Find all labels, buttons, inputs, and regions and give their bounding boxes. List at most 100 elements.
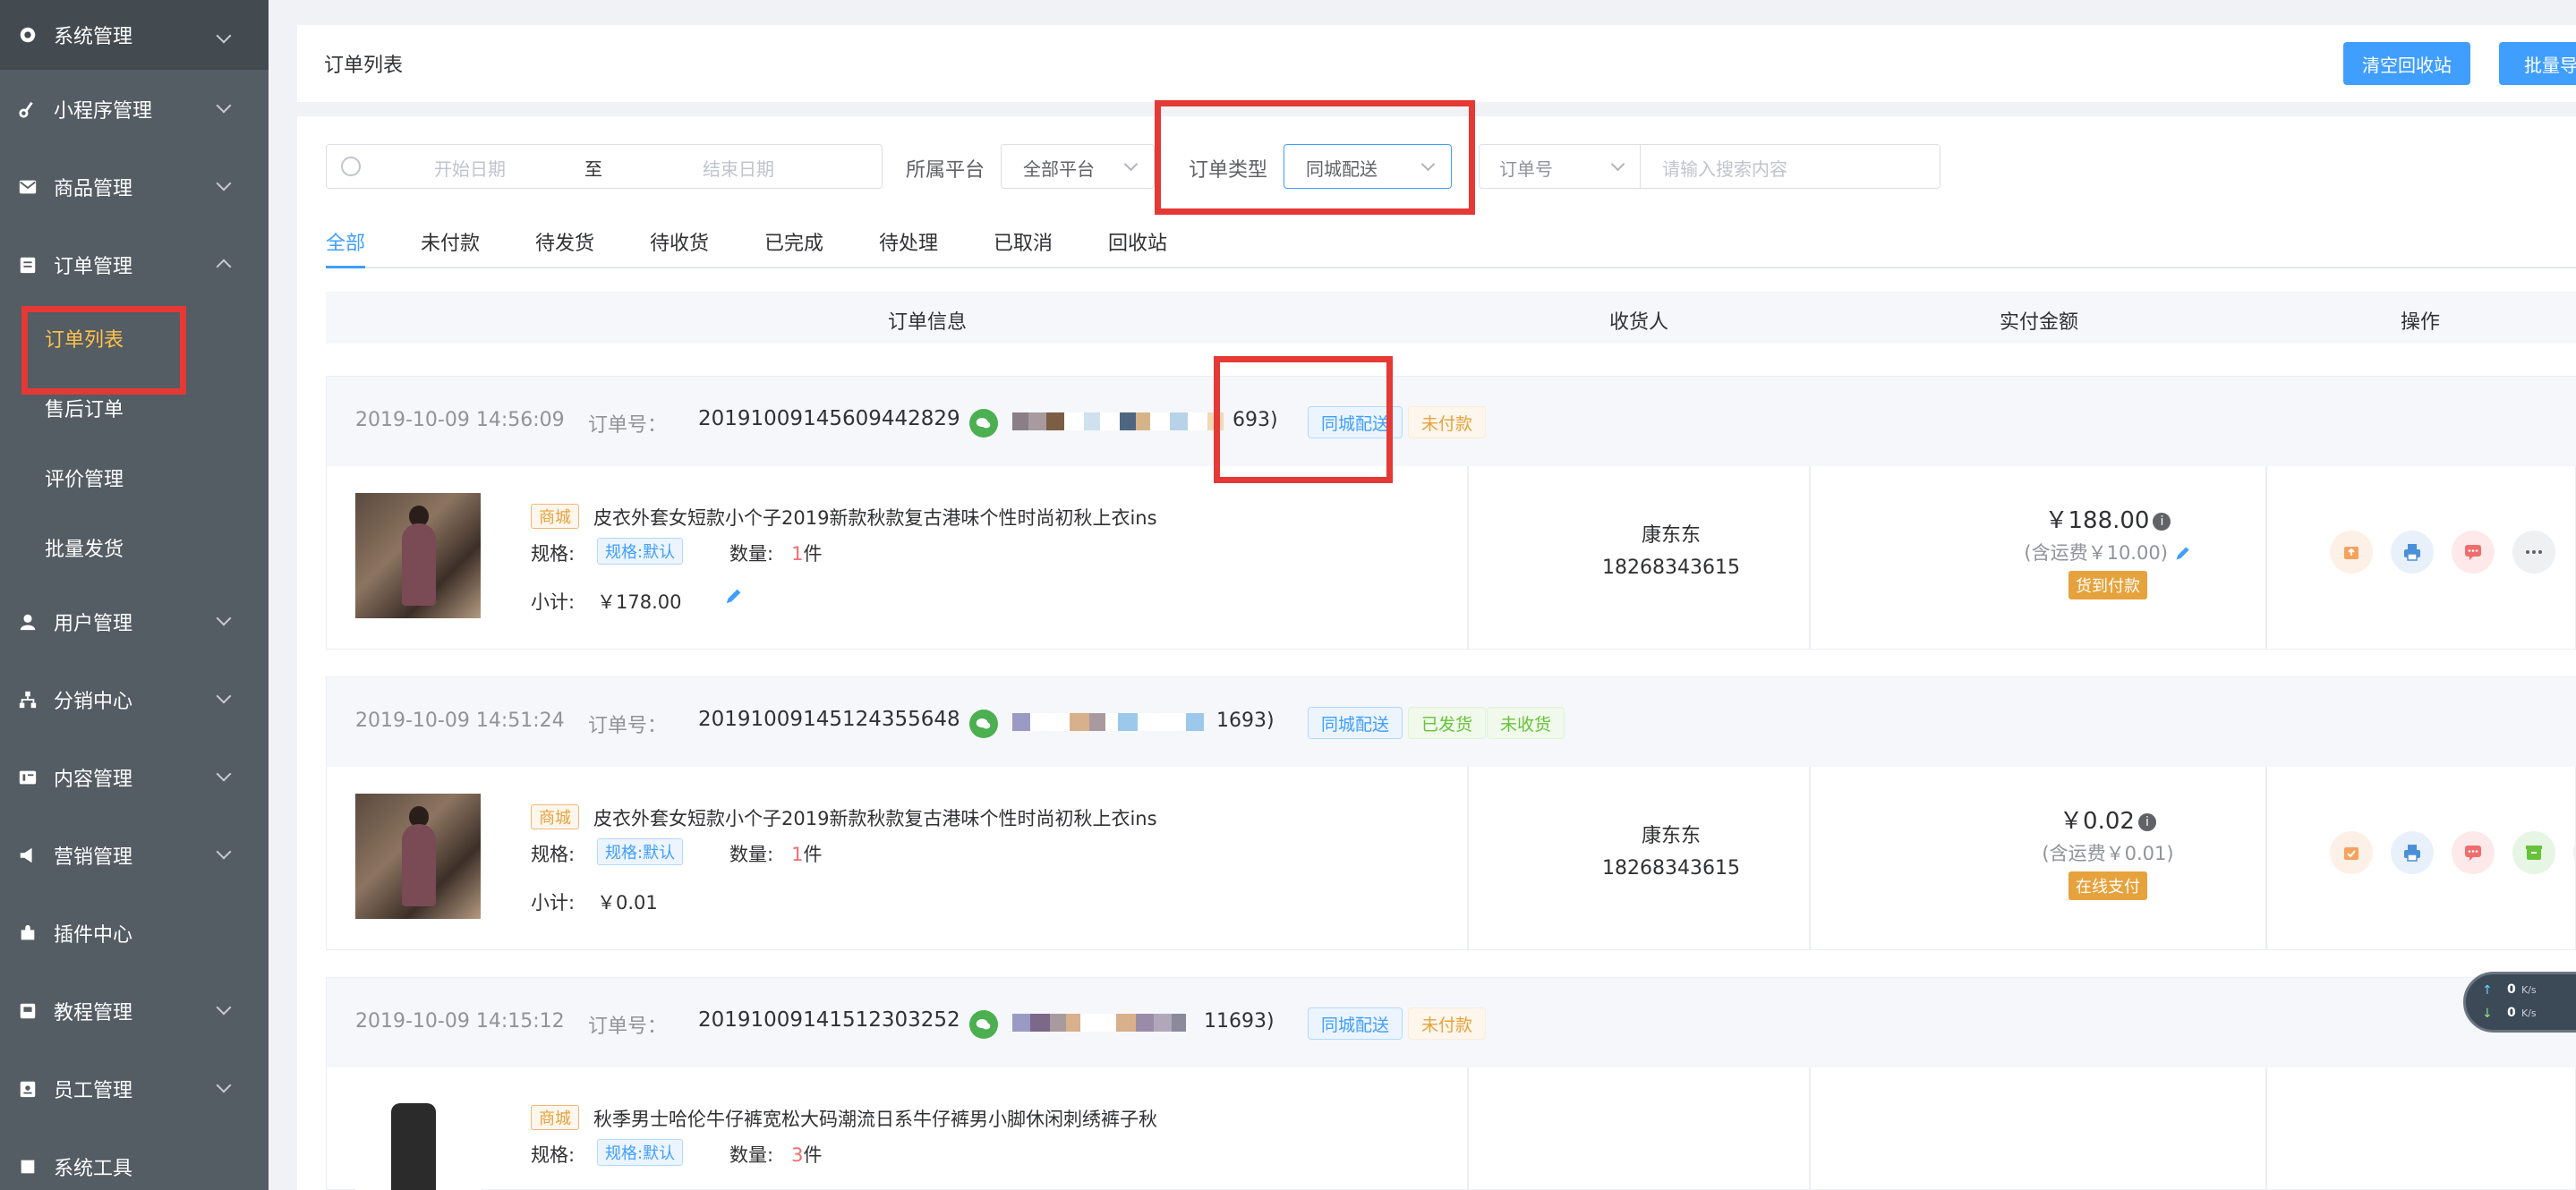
search-field-value: 订单号 — [1499, 158, 1553, 180]
order-card: 2019-10-09 14:15:12 订单号： 201910091415123… — [326, 977, 2576, 1190]
tab-pending[interactable]: 待处理 — [879, 227, 938, 256]
tab-all[interactable]: 全部 — [326, 227, 365, 256]
search-field-select[interactable]: 订单号 — [1479, 144, 1642, 189]
order-date: 2019-10-09 14:56:09 — [355, 409, 565, 431]
clear-recycle-button[interactable]: 清空回收站 — [2343, 42, 2470, 85]
edit-icon[interactable] — [2174, 544, 2192, 562]
product-thumbnail[interactable] — [355, 1094, 481, 1190]
sidebar-item-miniprogram[interactable]: 小程序管理 — [0, 70, 269, 148]
sidebar-item-orders[interactable]: 订单管理 — [0, 225, 269, 303]
start-date-input[interactable]: 开始日期 — [434, 155, 506, 181]
tab-to-receive[interactable]: 待收货 — [650, 227, 709, 256]
sidebar-item-label: 系统工具 — [54, 1157, 133, 1180]
content-icon — [18, 768, 38, 787]
platform-select[interactable]: 全部平台 — [1001, 144, 1155, 189]
network-speed-widget[interactable]: ↑ 0 K/s ↓ 0 K/s — [2463, 972, 2576, 1033]
subtotal-label: 小计: — [531, 591, 576, 613]
chevron-down-icon — [216, 999, 232, 1016]
clock-icon — [341, 157, 361, 176]
gear-icon — [18, 25, 38, 45]
shop-badge: 商城 — [531, 1105, 579, 1130]
spec-label: 规格: — [531, 543, 576, 565]
wechat-icon — [969, 710, 998, 738]
status-badge: 未收货 — [1487, 707, 1565, 739]
print-icon[interactable] — [2391, 531, 2434, 574]
message-icon[interactable] — [2452, 531, 2495, 574]
date-range-picker[interactable]: 开始日期 至 结束日期 — [326, 144, 883, 189]
upload-speed: 0 — [2507, 982, 2516, 997]
sidebar-item-label: 系统管理 — [54, 26, 133, 48]
product-name[interactable]: 皮衣外套女短款小个子2019新款秋款复古港味个性时尚初秋上衣ins — [593, 504, 1157, 531]
payment-method-badge: 在线支付 — [2068, 871, 2147, 900]
end-date-input[interactable]: 结束日期 — [703, 155, 774, 181]
annotation-highlight-box — [1155, 100, 1475, 215]
sidebar-item-tools[interactable]: 系统工具 — [0, 1127, 269, 1190]
sidebar-item-tutorials[interactable]: 教程管理 — [0, 972, 269, 1050]
consignee-name: 康东东 — [1641, 825, 1701, 847]
tab-recycle[interactable]: 回收站 — [1108, 227, 1167, 256]
chevron-down-icon — [216, 688, 232, 704]
sidebar-item-distribution[interactable]: 分销中心 — [0, 660, 269, 738]
message-icon[interactable] — [2452, 831, 2495, 874]
sidebar-item-staff[interactable]: 员工管理 — [0, 1050, 269, 1127]
product-name[interactable]: 皮衣外套女短款小个子2019新款秋款复古港味个性时尚初秋上衣ins — [593, 804, 1157, 831]
paid-amount: ￥0.02 — [2060, 808, 2135, 835]
sidebar-subitem-reviews[interactable]: 评价管理 — [0, 443, 269, 513]
product-thumbnail[interactable] — [355, 493, 481, 618]
order-body: 商城 皮衣外套女短款小个子2019新款秋款复古港味个性时尚初秋上衣ins 规格:… — [327, 767, 2576, 949]
tab-to-ship[interactable]: 待发货 — [535, 227, 594, 256]
tab-unpaid[interactable]: 未付款 — [421, 227, 480, 256]
sidebar-item-label: 插件中心 — [54, 923, 133, 947]
download-arrow-icon: ↓ — [2482, 1007, 2493, 1021]
quantity: 数量: 1件 — [729, 844, 823, 865]
order-no-label: 订单号： — [588, 715, 668, 737]
info-icon[interactable]: i — [2153, 513, 2171, 531]
ship-order-icon[interactable] — [2330, 531, 2373, 574]
edit-icon[interactable] — [724, 586, 744, 606]
product-thumbnail[interactable] — [355, 794, 481, 919]
paid-amount: ￥188.00 — [2044, 507, 2150, 534]
confirm-receipt-icon[interactable] — [2330, 831, 2373, 874]
order-header: 2019-10-09 14:56:09 订单号： 201910091456094… — [327, 377, 2576, 466]
sidebar-item-goods[interactable]: 商品管理 — [0, 148, 269, 225]
sidebar-item-content[interactable]: 内容管理 — [0, 738, 269, 816]
col-amount: 实付金额 — [2000, 311, 2079, 334]
print-icon[interactable] — [2391, 831, 2434, 874]
package-icon[interactable] — [2512, 831, 2555, 874]
order-no-label: 订单号： — [588, 414, 668, 437]
batch-export-button[interactable]: 批量导出 — [2499, 42, 2576, 85]
sidebar-item-users[interactable]: 用户管理 — [0, 582, 269, 660]
shipped-badge: 已发货 — [1408, 707, 1487, 739]
order-header: 2019-10-09 14:51:24 订单号： 201910091451243… — [327, 677, 2576, 767]
sidebar-item-label: 内容管理 — [54, 768, 133, 791]
product-name[interactable]: 秋季男士哈伦牛仔裤宽松大码潮流日系牛仔裤男小脚休闲刺绣裤子秋 — [593, 1105, 1157, 1132]
consignee: 康东东 18268343615 — [1573, 820, 1770, 885]
chevron-down-icon — [1123, 157, 1139, 172]
sidebar-item-system[interactable]: 系统管理 — [0, 0, 269, 70]
order-number: 20191009141512303252 — [698, 1008, 960, 1032]
annotation-highlight-box — [21, 306, 186, 395]
sidebar-subitem-batch-ship[interactable]: 批量发货 — [0, 513, 269, 582]
sidebar-item-label: 订单管理 — [54, 255, 133, 278]
sidebar-item-marketing[interactable]: 营销管理 — [0, 816, 269, 894]
search-input[interactable]: 请输入搜索内容 — [1640, 144, 1941, 189]
tab-completed[interactable]: 已完成 — [764, 227, 823, 256]
sidebar-item-label: 小程序管理 — [54, 99, 153, 123]
chevron-down-icon — [216, 1077, 232, 1093]
subtotal-label: 小计: — [531, 892, 576, 914]
sidebar-item-label: 分销中心 — [54, 690, 133, 713]
spec-badge: 规格:默认 — [597, 538, 684, 565]
chevron-up-icon — [216, 259, 232, 275]
more-icon[interactable] — [2512, 531, 2555, 574]
spec-badge: 规格:默认 — [597, 838, 684, 865]
chevron-down-icon — [216, 610, 232, 626]
order-body: 商城 秋季男士哈伦牛仔裤宽松大码潮流日系牛仔裤男小脚休闲刺绣裤子秋 规格: 规格… — [327, 1067, 2576, 1190]
sidebar-item-plugins[interactable]: 插件中心 — [0, 894, 269, 972]
wechat-icon — [969, 409, 998, 438]
tab-cancelled[interactable]: 已取消 — [994, 227, 1053, 256]
info-icon[interactable]: i — [2137, 813, 2156, 831]
chevron-down-icon — [216, 844, 232, 860]
order-number: 20191009145124355648 — [698, 708, 960, 731]
consignee-name: 康东东 — [1641, 524, 1701, 547]
status-badge: 未付款 — [1408, 406, 1487, 438]
